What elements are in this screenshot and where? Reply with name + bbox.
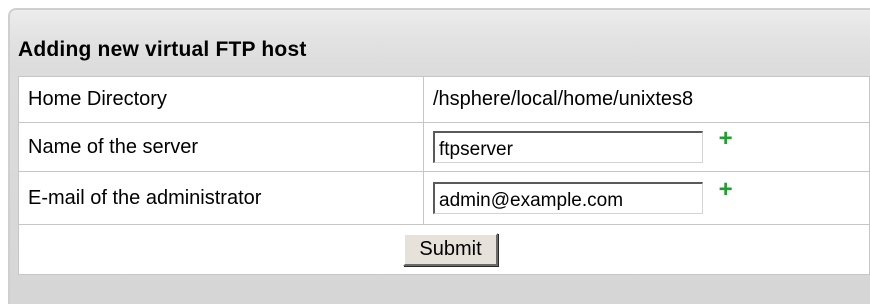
submit-cell: Submit: [18, 224, 870, 275]
form-row-submit: Submit: [18, 224, 870, 275]
page-title: Adding new virtual FTP host: [18, 38, 307, 61]
admin-email-label: E-mail of the administrator: [18, 171, 424, 225]
ftp-host-form: Home Directory /hsphere/local/home/unixt…: [18, 76, 870, 275]
form-row-home-directory: Home Directory /hsphere/local/home/unixt…: [18, 76, 870, 123]
form-row-admin-email: E-mail of the administrator +: [18, 171, 870, 225]
home-directory-value: /hsphere/local/home/unixtes8: [423, 76, 870, 123]
server-name-cell: +: [423, 122, 870, 172]
required-plus-icon: +: [718, 125, 733, 152]
admin-email-cell: +: [423, 171, 870, 225]
server-name-label: Name of the server: [18, 122, 424, 172]
form-row-server-name: Name of the server +: [18, 122, 870, 172]
home-directory-label: Home Directory: [18, 76, 424, 123]
submit-button[interactable]: Submit: [403, 233, 498, 266]
server-name-input[interactable]: [433, 131, 703, 163]
required-plus-icon: +: [718, 176, 733, 203]
admin-email-input[interactable]: [433, 182, 703, 214]
